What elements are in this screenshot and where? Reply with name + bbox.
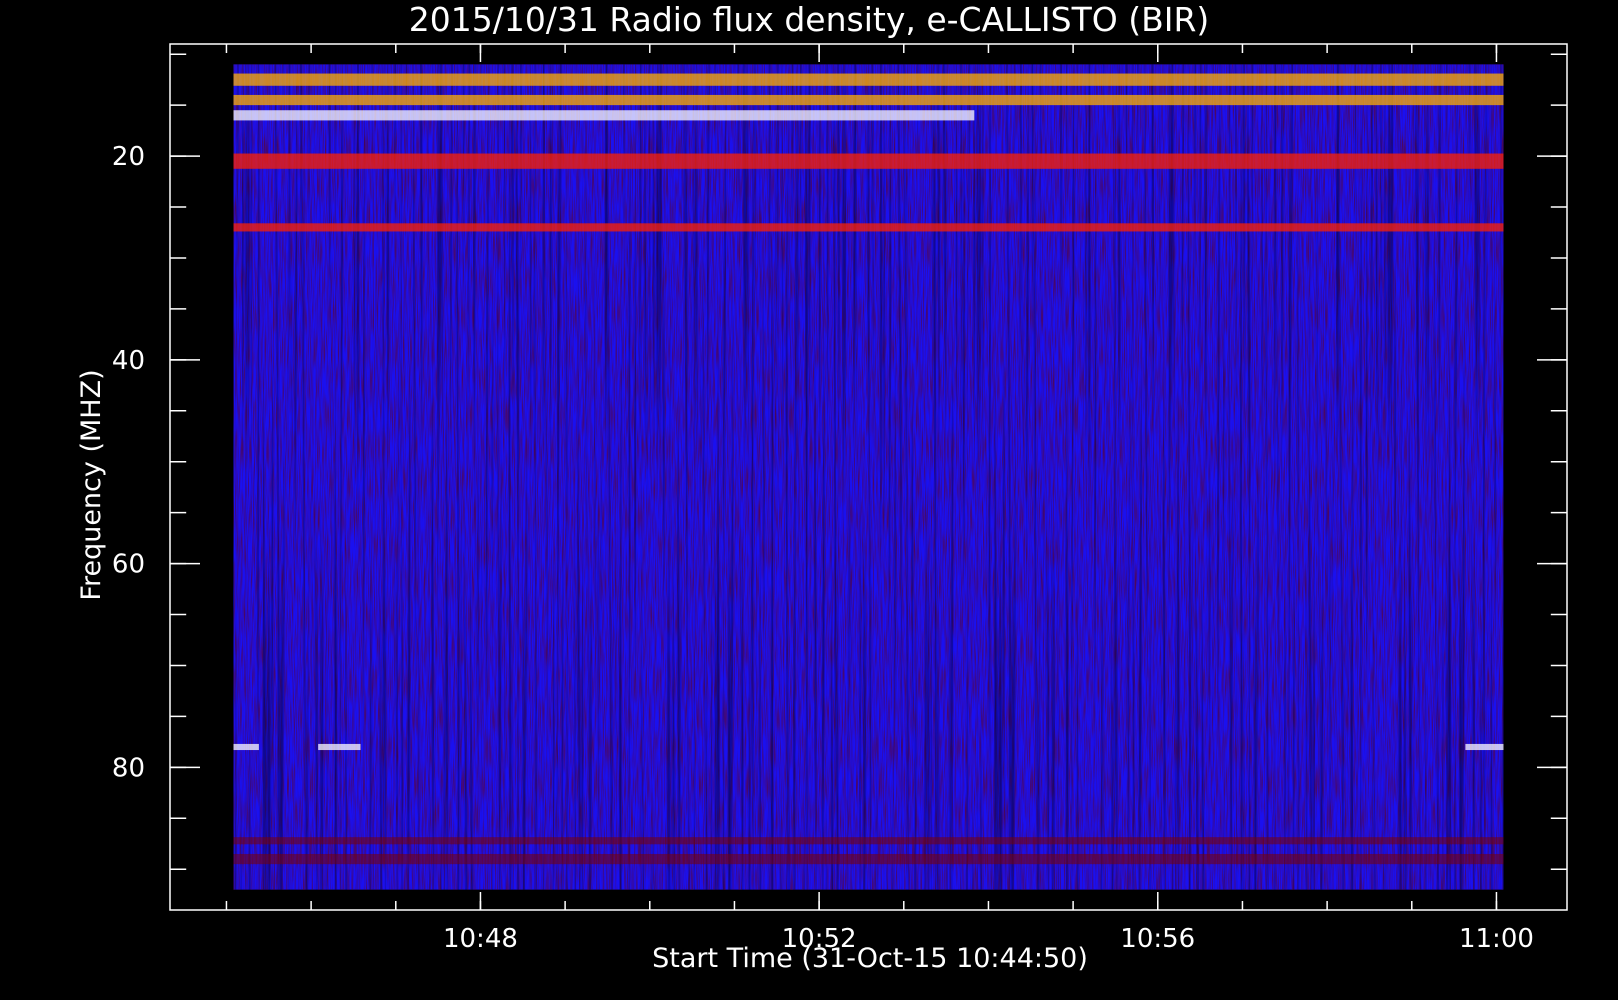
x-tick-label: 11:00 (1459, 924, 1534, 954)
y-axis-label: Frequency (MHZ) (76, 369, 107, 600)
spectrogram-vertical-streaks (233, 64, 1504, 890)
interference-band (233, 743, 259, 751)
spectrogram-chart: 10:48 10:52 10:56 11:0020406080 2015/10/31 … (0, 0, 1618, 1000)
chart-title: 2015/10/31 Radio flux density, e-CALLIST… (409, 0, 1210, 39)
interference-band (233, 94, 1504, 106)
interference-band (318, 743, 361, 751)
x-tick-label: 10:48 (443, 924, 518, 954)
interference-band (233, 837, 1504, 845)
y-tick-label: 40 (112, 346, 145, 376)
interference-band (233, 853, 1504, 865)
y-tick-label: 80 (112, 753, 145, 783)
y-tick-label: 60 (112, 550, 145, 580)
interference-band (233, 110, 975, 121)
interference-band (1465, 743, 1504, 751)
interference-band (233, 153, 1504, 169)
interference-band (233, 73, 1504, 86)
x-axis-label: Start Time (31-Oct-15 10:44:50) (652, 943, 1088, 974)
x-tick-label: 10:56 (1120, 924, 1195, 954)
interference-band (233, 223, 1504, 232)
y-tick-label: 20 (112, 142, 145, 172)
